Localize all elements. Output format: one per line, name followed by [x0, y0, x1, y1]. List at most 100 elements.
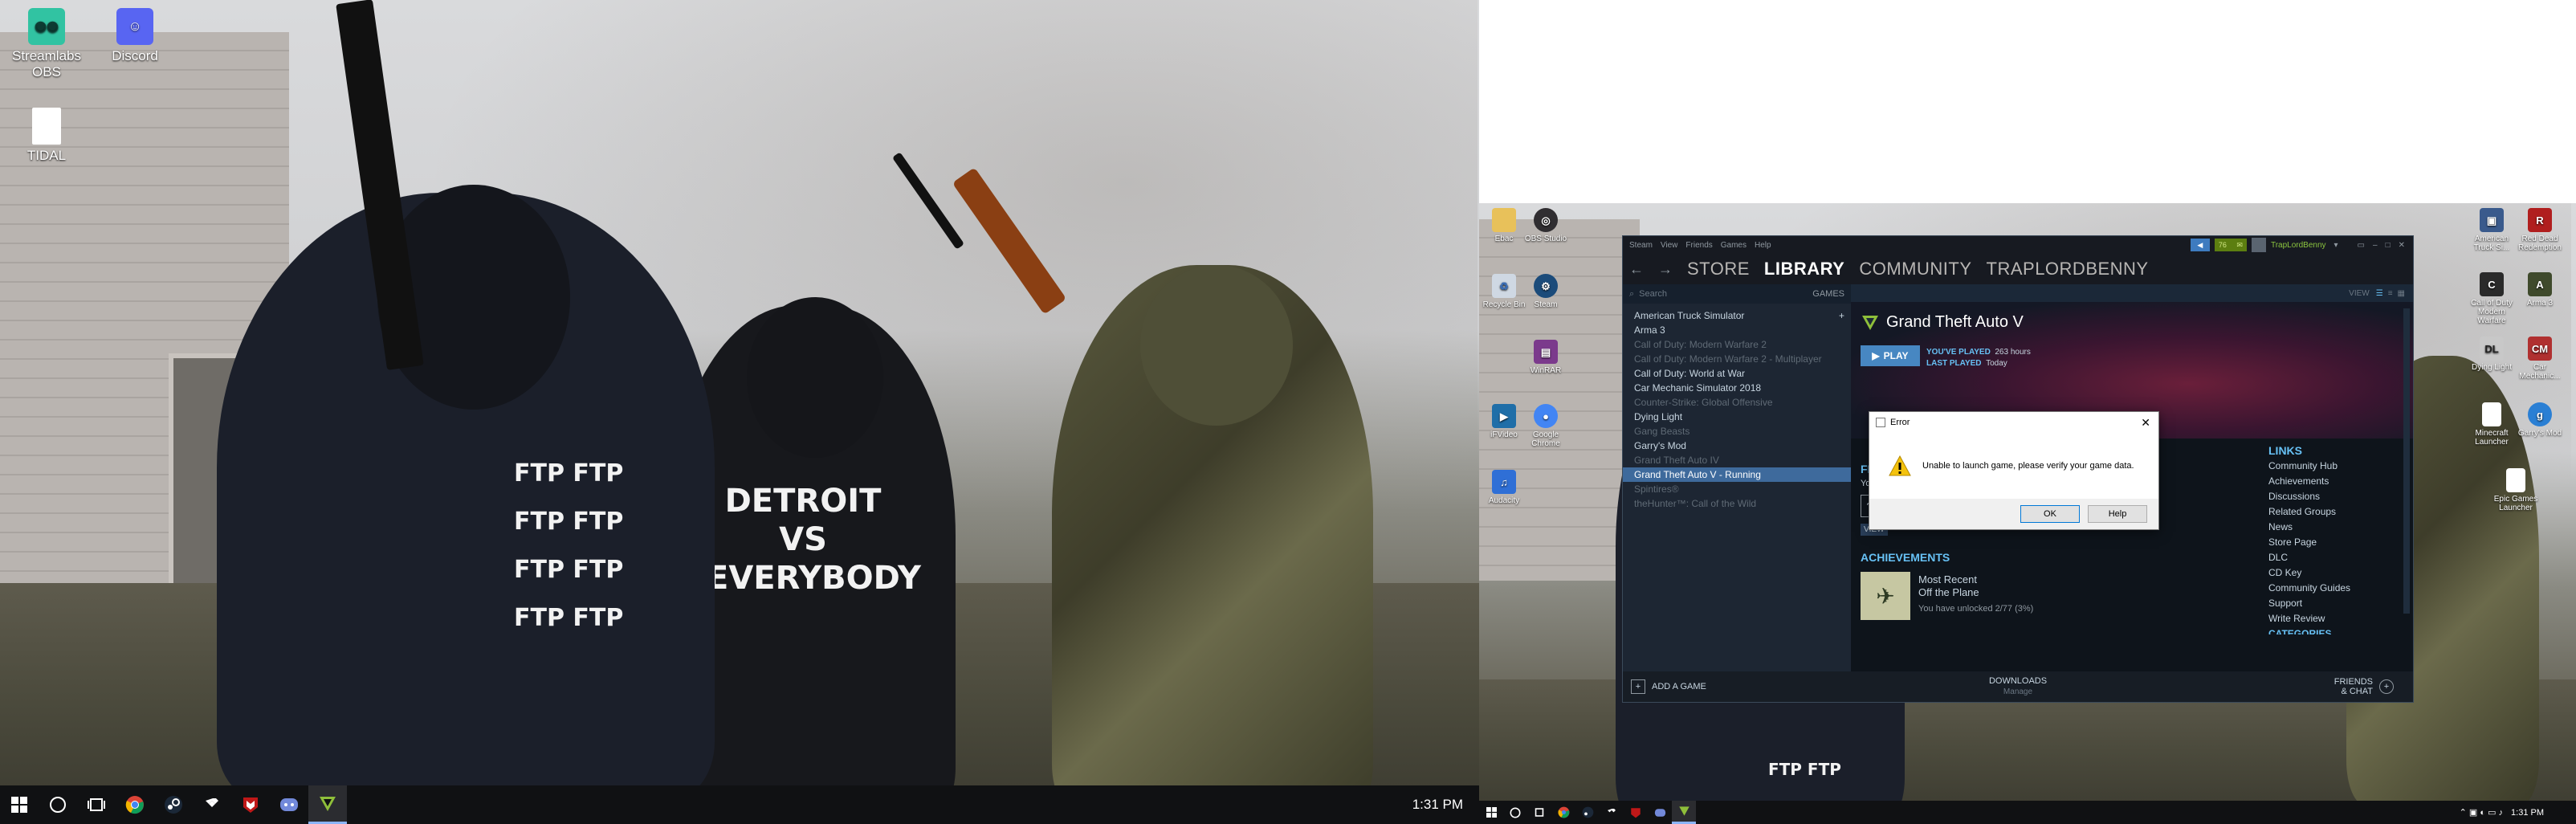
username[interactable]: TrapLordBenny [2271, 241, 2326, 250]
scrollbar[interactable] [2403, 308, 2410, 614]
game-item[interactable]: Gang Beasts [1623, 424, 1851, 439]
steam-icon[interactable] [1575, 801, 1600, 824]
search-circle-icon[interactable] [39, 785, 77, 824]
chrome-icon[interactable] [1551, 801, 1575, 824]
link-community-hub[interactable]: Community Hub [2268, 459, 2397, 474]
link-news[interactable]: News [2268, 520, 2397, 535]
game-item[interactable]: Car Mechanic Simulator 2018 [1623, 381, 1851, 395]
link-store-page[interactable]: Store Page [2268, 535, 2397, 550]
add-icon[interactable]: + [1631, 679, 1645, 694]
link-dlc[interactable]: DLC [2268, 550, 2397, 565]
game-item[interactable]: Call of Duty: Modern Warfare 2 - Multipl… [1623, 352, 1851, 366]
search-circle-icon[interactable] [1503, 801, 1527, 824]
desktop-icon-winrar[interactable]: ▤ WinRAR [1522, 340, 1569, 375]
desktop-icon-ebac[interactable]: Ebac [1481, 208, 1527, 243]
chevron-down-icon[interactable]: ▾ [2334, 241, 2338, 250]
desktop-icon-tidal[interactable]: TIDAL [11, 108, 82, 164]
desktop-icon-streamlabs[interactable]: ◉◉ Streamlabs OBS [11, 8, 82, 80]
mcafee-icon[interactable] [231, 785, 270, 824]
announcement-icon[interactable]: ◀ [2190, 239, 2210, 251]
tidal-icon[interactable] [193, 785, 231, 824]
desktop-icon-cod[interactable]: C Call of Duty Modern Warfare [2468, 272, 2515, 325]
back-arrow-icon[interactable]: ← [1629, 261, 1644, 278]
link-cd-key[interactable]: CD Key [2268, 565, 2397, 581]
downloads-button[interactable]: DOWNLOADS Manage [1989, 676, 2047, 697]
game-item[interactable]: Spintires® [1623, 482, 1851, 496]
nav-community[interactable]: COMMUNITY [1859, 259, 1971, 279]
discord-icon[interactable] [270, 785, 308, 824]
search-input[interactable]: Search [1639, 289, 1667, 299]
add-game-button[interactable]: ADD A GAME [1652, 682, 1706, 691]
task-view-icon[interactable] [1527, 801, 1551, 824]
game-item[interactable]: Call of Duty: Modern Warfare 2 [1623, 337, 1851, 352]
desktop-icon-car-mechanic[interactable]: CM Car Mechanic... [2517, 337, 2563, 381]
desktop-icon-ifvideo[interactable]: ▶ iFVideo [1481, 404, 1527, 439]
play-button[interactable]: ▶ PLAY [1861, 345, 1920, 366]
start-icon[interactable] [1479, 801, 1503, 824]
steam-icon[interactable] [154, 785, 193, 824]
game-item[interactable]: Arma 3 [1623, 323, 1851, 337]
minimize-icon[interactable]: – [2373, 241, 2378, 250]
desktop-icon-american-truck[interactable]: ▣ American Truck Si... [2468, 208, 2515, 252]
discord-icon[interactable] [1648, 801, 1672, 824]
maximize-icon[interactable]: □ [2386, 241, 2391, 250]
start-icon[interactable] [0, 785, 39, 824]
game-item[interactable]: Counter-Strike: Global Offensive [1623, 395, 1851, 410]
nav-profile[interactable]: TRAPLORDBENNY [1987, 259, 2149, 279]
desktop-icon-obs[interactable]: ◎ OBS Studio [1522, 208, 1569, 243]
taskbar-clock[interactable]: 1:31 PM [1412, 797, 1479, 813]
desktop-icon-chrome[interactable]: ● Google Chrome [1522, 404, 1569, 448]
avatar[interactable] [2251, 238, 2266, 252]
nav-store[interactable]: STORE [1687, 259, 1750, 279]
desktop-icon-audacity[interactable]: ♫ Audacity [1481, 470, 1527, 505]
menu-steam[interactable]: Steam [1629, 241, 1653, 250]
desktop-icon-dying-light[interactable]: DL Dying Light [2468, 337, 2515, 372]
close-icon[interactable]: ✕ [2141, 416, 2150, 430]
gta-icon[interactable] [1672, 801, 1696, 824]
help-button[interactable]: Help [2088, 505, 2147, 523]
chrome-icon[interactable] [116, 785, 154, 824]
link-support[interactable]: Support [2268, 596, 2397, 611]
tray-icons[interactable]: ⌃ ▣ ◐ ▭ ♪ [2460, 807, 2503, 818]
detail-view-icon[interactable]: ≡ [2388, 289, 2393, 298]
mcafee-icon[interactable] [1624, 801, 1648, 824]
desktop-icon-minecraft[interactable]: Minecraft Launcher [2468, 402, 2515, 447]
link-write-review[interactable]: Write Review [2268, 611, 2397, 626]
link-community-guides[interactable]: Community Guides [2268, 581, 2397, 596]
gta-icon[interactable] [308, 785, 347, 824]
task-view-icon[interactable] [77, 785, 116, 824]
big-picture-icon[interactable]: ▭ [2358, 241, 2365, 250]
friends-chat-button[interactable]: FRIENDS & CHAT + [2334, 677, 2394, 696]
desktop-icon-discord[interactable]: ☺ Discord [100, 8, 170, 64]
games-filter[interactable]: GAMES [1812, 289, 1844, 299]
link-discussions[interactable]: Discussions [2268, 489, 2397, 504]
desktop-icon-steam[interactable]: ⚙ Steam [1522, 274, 1569, 309]
ok-button[interactable]: OK [2020, 505, 2080, 523]
game-item[interactable]: Call of Duty: World at War [1623, 366, 1851, 381]
desktop-icon-epic[interactable]: Epic Games Launcher [2492, 468, 2539, 512]
close-icon[interactable]: ✕ [2399, 241, 2405, 250]
tidal-icon[interactable] [1600, 801, 1624, 824]
library-search[interactable]: ⌕ Search GAMES [1623, 284, 1851, 304]
taskbar-clock[interactable]: 1:31 PM [2511, 808, 2544, 818]
game-item[interactable]: Garry's Mod [1623, 439, 1851, 453]
game-item[interactable]: Grand Theft Auto IV [1623, 453, 1851, 467]
list-view-icon[interactable]: ☰ [2376, 289, 2383, 298]
menu-friends[interactable]: Friends [1685, 241, 1712, 250]
game-item[interactable]: theHunter™: Call of the Wild [1623, 496, 1851, 511]
notification-badge[interactable]: 76 ✉ [2214, 239, 2247, 251]
game-item-selected[interactable]: Grand Theft Auto V - Running [1623, 467, 1851, 482]
add-icon[interactable]: + [1839, 308, 1844, 323]
desktop-icon-arma[interactable]: A Arma 3 [2517, 272, 2563, 308]
desktop-icon-gmod[interactable]: g Garry's Mod [2517, 402, 2563, 438]
forward-arrow-icon[interactable]: → [1658, 261, 1673, 278]
desktop-icon-recycle-bin[interactable]: ♻ Recycle Bin [1481, 274, 1527, 309]
nav-library[interactable]: LIBRARY [1764, 259, 1844, 279]
menu-view[interactable]: View [1661, 241, 1678, 250]
link-related-groups[interactable]: Related Groups [2268, 504, 2397, 520]
grid-view-icon[interactable]: ▦ [2398, 289, 2405, 298]
game-item[interactable]: American Truck Simulator + [1623, 308, 1851, 323]
link-achievements[interactable]: Achievements [2268, 474, 2397, 489]
game-item[interactable]: Dying Light [1623, 410, 1851, 424]
menu-help[interactable]: Help [1755, 241, 1771, 250]
